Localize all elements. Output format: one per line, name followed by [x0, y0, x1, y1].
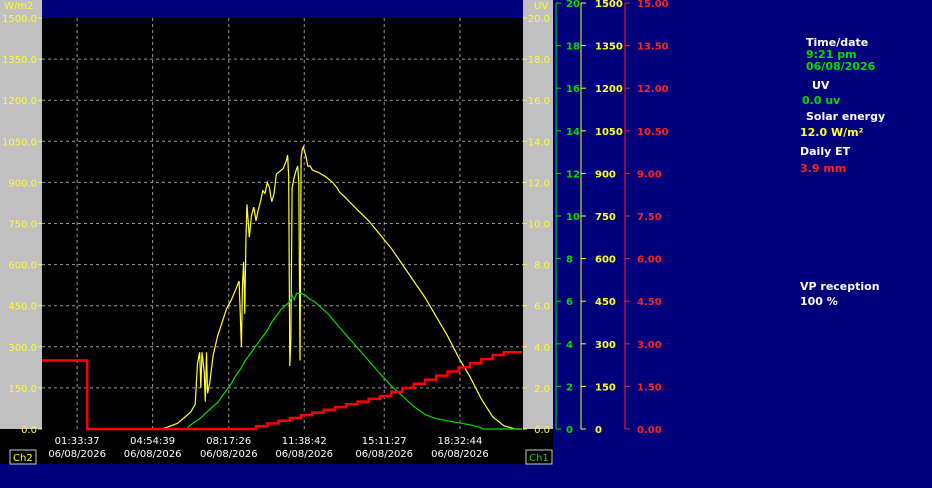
right-tick-label: 150 — [595, 382, 616, 393]
uv-scale-tick-label: 2.0 — [534, 384, 550, 395]
right-tick-label: 1050 — [595, 127, 623, 138]
left-tick-label: 0.0 — [21, 425, 37, 436]
uv-scale-tick-label: 10.0 — [528, 220, 550, 231]
left-tick-label: 450.0 — [8, 302, 37, 313]
uv-scale-tick-label: 4.0 — [534, 343, 550, 354]
right-tick-label: 10 — [566, 212, 580, 223]
right-tick-label: 13.50 — [637, 42, 669, 53]
x-tick-time: 15:11:27 — [362, 436, 407, 447]
right-tick-label: 20 — [566, 0, 580, 10]
uv-axis-unit: UV — [534, 1, 548, 12]
right-tick-label: 600 — [595, 255, 616, 266]
x-tick-time: 08:17:26 — [206, 436, 251, 447]
right-tick-label: 750 — [595, 212, 616, 223]
right-tick-label: 14 — [566, 127, 580, 138]
right-tick-label: 18 — [566, 42, 580, 53]
uv-scale-tick-label: 12.0 — [528, 178, 550, 189]
x-tick-date: 06/08/2026 — [275, 449, 333, 460]
right-tick-label: 0.00 — [637, 425, 662, 436]
x-tick-date: 06/08/2026 — [200, 449, 258, 460]
right-tick-label: 450 — [595, 297, 616, 308]
left-tick-label: 750.0 — [8, 220, 37, 231]
x-tick-date: 06/08/2026 — [431, 449, 489, 460]
right-tick-label: 6.00 — [637, 255, 662, 266]
et-label: Daily ET — [800, 145, 851, 158]
left-tick-label: 900.0 — [8, 178, 37, 189]
solar-label: Solar energy — [806, 110, 886, 123]
right-tick-label: 1350 — [595, 42, 623, 53]
left-axis-unit: W/m2 — [4, 1, 33, 12]
x-tick-time: 04:54:39 — [130, 436, 175, 447]
et-value: 3.9 mm — [800, 162, 847, 175]
left-tick-label: 150.0 — [8, 384, 37, 395]
right-tick-label: 900 — [595, 169, 616, 180]
right-tick-label: 6 — [566, 297, 573, 308]
solar-value: 12.0 W/m² — [800, 126, 864, 139]
right-tick-label: 2 — [566, 382, 573, 393]
right-tick-label: 10.50 — [637, 127, 669, 138]
uv-scale-tick-label: 0.0 — [534, 425, 550, 436]
x-tick-time: 18:32:44 — [437, 436, 482, 447]
right-tick-label: 15.00 — [637, 0, 669, 10]
uv-scale-tick-label: 18.0 — [528, 55, 550, 66]
uv-scale-tick-label: 8.0 — [534, 261, 550, 272]
weather-chart: 0.0150.0300.0450.0600.0750.0900.01050.01… — [0, 0, 669, 465]
left-tick-label: 1350.0 — [2, 55, 37, 66]
right-tick-label: 1200 — [595, 84, 623, 95]
right-tick-label: 300 — [595, 340, 616, 351]
right-tick-label: 0 — [566, 425, 573, 436]
x-tick-date: 06/08/2026 — [355, 449, 413, 460]
left-tick-label: 1500.0 — [2, 14, 37, 25]
left-tick-label: 1050.0 — [2, 137, 37, 148]
vp-label: VP reception — [800, 280, 880, 293]
right-tick-label: 3.00 — [637, 340, 662, 351]
right-tick-label: 4 — [566, 340, 573, 351]
uv-scale-tick-label: 6.0 — [534, 302, 550, 313]
x-tick-date: 06/08/2026 — [124, 449, 182, 460]
right-tick-label: 9.00 — [637, 169, 662, 180]
right-tick-label: 12 — [566, 169, 580, 180]
right-tick-label: 1500 — [595, 0, 623, 10]
uv-label: UV — [812, 79, 830, 92]
vp-value: 100 % — [800, 295, 838, 308]
ch1-label: Ch1 — [529, 453, 549, 464]
right-tick-label: 12.00 — [637, 84, 669, 95]
right-tick-label: 8 — [566, 255, 573, 266]
right-tick-label: 0 — [595, 425, 602, 436]
right-tick-label: 4.50 — [637, 297, 662, 308]
uv-scale-tick-label: 16.0 — [528, 96, 550, 107]
ch2-label: Ch2 — [13, 453, 33, 464]
x-tick-time: 01:33:37 — [55, 436, 100, 447]
x-tick-date: 06/08/2026 — [48, 449, 106, 460]
left-tick-label: 1200.0 — [2, 96, 37, 107]
uv-scale-tick-label: 20.0 — [528, 14, 550, 25]
right-tick-label: 1.50 — [637, 382, 662, 393]
uv-value: 0.0 uv — [802, 94, 841, 107]
right-tick-label: 16 — [566, 84, 580, 95]
left-tick-label: 600.0 — [8, 261, 37, 272]
left-tick-label: 300.0 — [8, 343, 37, 354]
date-value: 06/08/2026 — [806, 60, 876, 73]
right-tick-label: 7.50 — [637, 212, 662, 223]
uv-scale-tick-label: 14.0 — [528, 137, 550, 148]
x-tick-time: 11:38:42 — [282, 436, 327, 447]
